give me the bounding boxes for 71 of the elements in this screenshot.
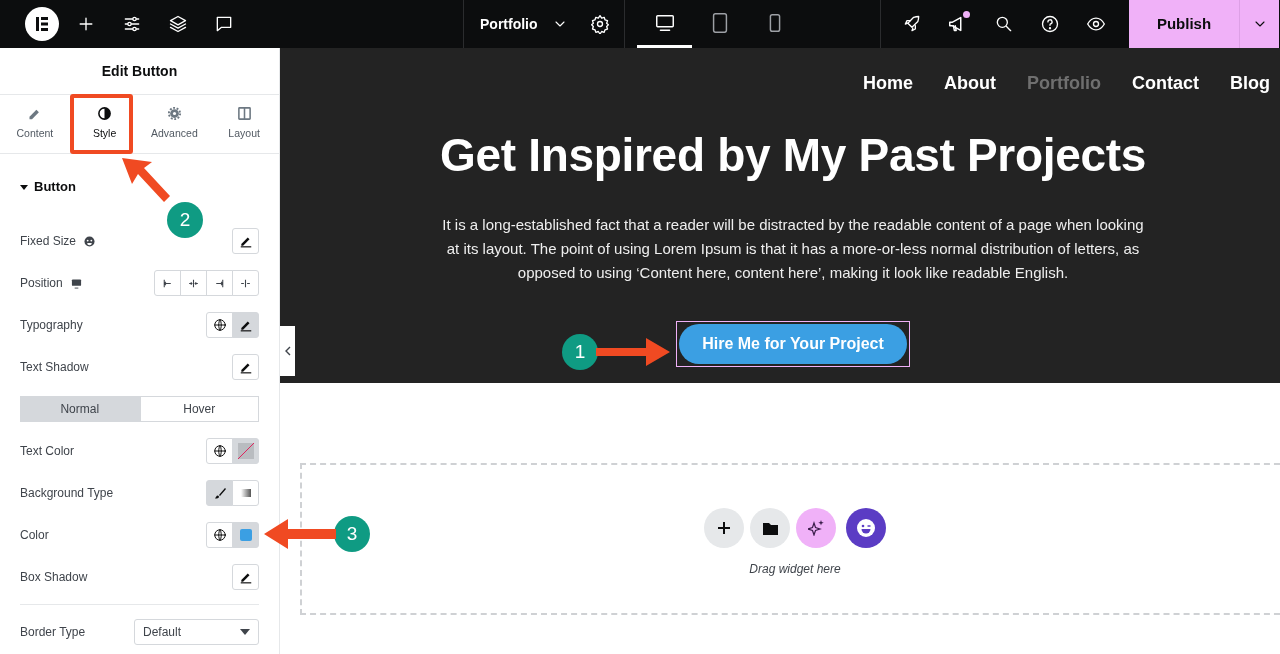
- panel-tab[interactable]: Layout: [209, 95, 279, 153]
- color-picker[interactable]: [232, 522, 259, 548]
- hero-heading: Get Inspired by My Past Projects: [439, 128, 1147, 183]
- globe-icon: [212, 528, 227, 542]
- edit-button[interactable]: [232, 354, 259, 380]
- rocket-icon: [902, 14, 922, 34]
- desktop-icon[interactable]: [70, 277, 82, 289]
- global-button[interactable]: [206, 522, 233, 548]
- control-label: Box Shadow: [20, 569, 88, 586]
- globe-icon: [212, 444, 227, 458]
- hero-paragraph: It is a long-established fact that a reader will be distracted by the readable content of a page when looking at its layout. The point of using Lorem Ipsum is that it has a more-or-less normal distribution of letters, as opposed to using ‘Content here, content here’, making it look like readable English.: [441, 215, 1145, 284]
- panel-tab[interactable]: Content: [0, 95, 70, 153]
- state-tab[interactable]: Normal: [20, 396, 140, 422]
- chevron-left-icon: [284, 346, 291, 356]
- border-type-select[interactable]: Default: [134, 619, 259, 645]
- contrast-icon: [97, 106, 113, 122]
- caret-icon: [240, 629, 250, 635]
- sparkle-icon: [808, 520, 824, 536]
- align-button[interactable]: [154, 270, 181, 296]
- panel-title: Edit Button: [0, 48, 279, 95]
- control-label: Position: [20, 275, 63, 292]
- layers-icon: [168, 14, 188, 34]
- edit-button[interactable]: [232, 228, 259, 254]
- section-title[interactable]: Button: [34, 177, 76, 197]
- control-label: Border Type: [20, 624, 86, 641]
- global-button[interactable]: [206, 312, 233, 338]
- nav-link[interactable]: Home: [863, 70, 913, 128]
- global-button[interactable]: [206, 438, 233, 464]
- highlight-frame: [70, 94, 133, 154]
- gear-icon: [166, 106, 182, 122]
- plus-icon: [717, 521, 731, 535]
- globe-icon: [212, 318, 227, 332]
- color-picker[interactable]: [232, 438, 259, 464]
- drop-hint: Drag widget here: [749, 561, 841, 578]
- nav-link[interactable]: Contact: [1132, 70, 1199, 128]
- edit-button[interactable]: [232, 312, 259, 338]
- control-label: Text Color: [20, 443, 75, 460]
- add-section-button[interactable]: [704, 508, 744, 548]
- no-color-swatch: [237, 443, 254, 459]
- nav-link[interactable]: About: [944, 70, 996, 128]
- columns-icon: [236, 106, 252, 122]
- logo-icon[interactable]: [25, 7, 59, 41]
- control-label: Fixed Size: [20, 233, 77, 250]
- control-label: Background Type: [20, 485, 114, 502]
- sliders-icon: [122, 14, 142, 34]
- publish-button[interactable]: Publish: [1129, 0, 1239, 48]
- edit-button[interactable]: [232, 564, 259, 590]
- align-button[interactable]: [180, 270, 207, 296]
- search-icon: [994, 14, 1014, 34]
- control-label: Text Shadow: [20, 359, 89, 376]
- comment-icon: [214, 14, 234, 34]
- state-tab[interactable]: Hover: [139, 396, 259, 422]
- ai-button[interactable]: [796, 508, 836, 548]
- template-button[interactable]: [750, 508, 790, 548]
- caret-icon[interactable]: [20, 183, 28, 191]
- settings-icon: [589, 14, 610, 34]
- align-button[interactable]: [206, 270, 233, 296]
- kit-button[interactable]: [846, 508, 886, 548]
- smiley-icon: [856, 518, 876, 538]
- brush-icon: [213, 487, 226, 499]
- page-title[interactable]: Portfolio: [480, 13, 538, 35]
- page-settings-button[interactable]: [589, 14, 610, 34]
- control-label: Typography: [20, 317, 83, 334]
- folder-icon: [762, 521, 778, 535]
- panel-tab[interactable]: Advanced: [139, 95, 210, 153]
- collapse-handle[interactable]: [280, 326, 295, 376]
- gradient-icon: [239, 487, 252, 499]
- help-icon: [1040, 14, 1060, 34]
- nav-link[interactable]: Blog: [1230, 70, 1270, 128]
- panel-tab[interactable]: Style: [69, 95, 140, 153]
- control-label: Color: [20, 527, 49, 544]
